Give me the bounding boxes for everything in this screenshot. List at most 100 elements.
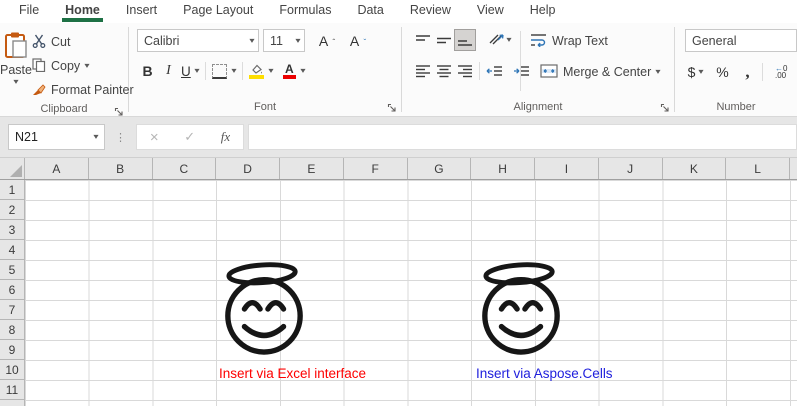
wrap-text-button[interactable]: Wrap Text (530, 29, 608, 53)
middle-align-button[interactable] (433, 29, 454, 51)
cut-button[interactable]: Cut (32, 31, 134, 53)
row-header[interactable]: 1 (0, 180, 24, 200)
row-header[interactable]: 9 (0, 340, 24, 360)
chevron-down-icon: ▾ (93, 133, 98, 141)
comma-style-button[interactable]: , (737, 61, 758, 83)
dialog-launcher-icon[interactable] (387, 100, 397, 117)
row-header[interactable]: 8 (0, 320, 24, 340)
font-group: Calibri ▾ 11 ▾ A ˆ A ˇ (129, 23, 401, 116)
column-header[interactable]: E (280, 158, 344, 179)
row-header[interactable] (0, 400, 24, 406)
row-headers: 1 2 3 4 5 6 7 8 9 10 11 (0, 180, 25, 406)
orientation-button[interactable]: ▾ (486, 29, 513, 51)
align-left-button[interactable] (412, 60, 433, 82)
font-color-icon: A (283, 64, 296, 79)
underline-button[interactable]: U ▾ (179, 60, 201, 82)
row-header[interactable]: 7 (0, 300, 24, 320)
insert-function-icon[interactable]: fx (221, 129, 230, 145)
merge-center-button[interactable]: Merge & Center ▾ (540, 60, 660, 84)
column-header[interactable] (790, 158, 797, 179)
row-header[interactable]: 4 (0, 240, 24, 260)
column-header[interactable]: H (471, 158, 535, 179)
font-size-select[interactable]: 11 ▾ (263, 29, 305, 52)
name-box[interactable]: N21 ▾ (8, 124, 105, 150)
tab-help[interactable]: Help (517, 0, 569, 22)
wrap-text-label: Wrap Text (552, 34, 608, 48)
percent-style-button[interactable]: % (712, 61, 733, 83)
column-header[interactable]: J (599, 158, 663, 179)
number-format-value: General (692, 34, 736, 48)
font-color-button[interactable]: A ▾ (281, 60, 307, 82)
decrease-font-size-button[interactable]: A ˇ (344, 30, 365, 52)
cancel-icon[interactable]: × (150, 129, 159, 146)
column-header[interactable]: K (663, 158, 727, 179)
enter-icon[interactable]: ✓ (184, 129, 195, 145)
drag-dots-icon[interactable]: ⋮ (115, 131, 126, 144)
column-header[interactable]: G (408, 158, 472, 179)
caret-down-icon: ˇ (364, 38, 367, 47)
top-align-button[interactable] (412, 29, 433, 51)
dialog-launcher-icon[interactable] (114, 104, 124, 117)
spreadsheet-grid: A B C D E F G H I J K L 1 2 3 4 5 6 7 8 … (0, 158, 797, 406)
row-header[interactable]: 10 (0, 360, 24, 380)
row-header[interactable]: 6 (0, 280, 24, 300)
number-format-select[interactable]: General (685, 29, 797, 52)
row-header[interactable]: 11 (0, 380, 24, 400)
increase-indent-button[interactable] (511, 60, 532, 82)
row-header[interactable]: 3 (0, 220, 24, 240)
chevron-down-icon: ▾ (231, 67, 236, 75)
formula-input[interactable] (248, 124, 797, 150)
smiley-halo-image-excel[interactable] (221, 262, 307, 356)
copy-icon (32, 58, 46, 75)
column-header[interactable]: F (344, 158, 408, 179)
copy-button[interactable]: Copy ▾ (32, 55, 134, 77)
tab-home[interactable]: Home (52, 0, 113, 22)
alignment-group-label: Alignment (514, 101, 563, 113)
italic-button[interactable]: I (158, 60, 179, 82)
cells-area[interactable]: Insert via Excel interface Insert via As… (25, 180, 797, 406)
row-header[interactable]: 2 (0, 200, 24, 220)
bold-button[interactable]: B (137, 60, 158, 82)
smiley-halo-image-aspose[interactable] (478, 262, 564, 356)
column-headers: A B C D E F G H I J K L (0, 158, 797, 180)
tab-insert[interactable]: Insert (113, 0, 170, 22)
tab-data[interactable]: Data (344, 0, 396, 22)
column-header[interactable]: L (726, 158, 790, 179)
increase-decimal-button[interactable]: ←0 .00 (775, 65, 787, 79)
column-header[interactable]: B (89, 158, 153, 179)
tab-formulas[interactable]: Formulas (266, 0, 344, 22)
column-header[interactable]: D (216, 158, 280, 179)
column-header[interactable]: A (25, 158, 89, 179)
select-all-button[interactable] (0, 158, 25, 179)
formula-buttons: × ✓ fx (136, 124, 244, 150)
scissors-icon (32, 34, 46, 51)
dialog-launcher-icon[interactable] (660, 100, 670, 117)
decrease-indent-button[interactable] (484, 60, 505, 82)
borders-icon (212, 64, 227, 79)
chevron-down-icon: ▾ (85, 62, 90, 70)
column-header[interactable]: C (153, 158, 217, 179)
format-painter-button[interactable]: Format Painter (32, 79, 134, 101)
chevron-down-icon: ▾ (249, 37, 254, 45)
merge-center-label: Merge & Center (563, 65, 651, 79)
bottom-align-button[interactable] (454, 29, 476, 51)
tab-view[interactable]: View (464, 0, 517, 22)
align-right-button[interactable] (454, 60, 475, 82)
column-header[interactable]: I (535, 158, 599, 179)
tab-page-layout[interactable]: Page Layout (170, 0, 266, 22)
format-painter-icon (32, 82, 46, 99)
row-header[interactable]: 5 (0, 260, 24, 280)
fill-color-button[interactable]: ▾ (247, 60, 275, 82)
borders-button[interactable]: ▾ (210, 60, 238, 82)
chevron-down-icon: ▾ (194, 67, 199, 75)
annotation-aspose-cells[interactable]: Insert via Aspose.Cells (476, 366, 613, 381)
increase-font-size-button[interactable]: A ˆ (313, 30, 334, 52)
center-button[interactable] (433, 60, 454, 82)
paste-button[interactable]: Paste ▾ (0, 29, 32, 101)
tab-review[interactable]: Review (397, 0, 464, 22)
annotation-excel-interface[interactable]: Insert via Excel interface (219, 366, 366, 381)
accounting-format-button[interactable]: $ ▾ (685, 61, 706, 83)
font-name-select[interactable]: Calibri ▾ (137, 29, 259, 52)
tab-file[interactable]: File (6, 0, 52, 22)
mini-separator (242, 62, 243, 80)
